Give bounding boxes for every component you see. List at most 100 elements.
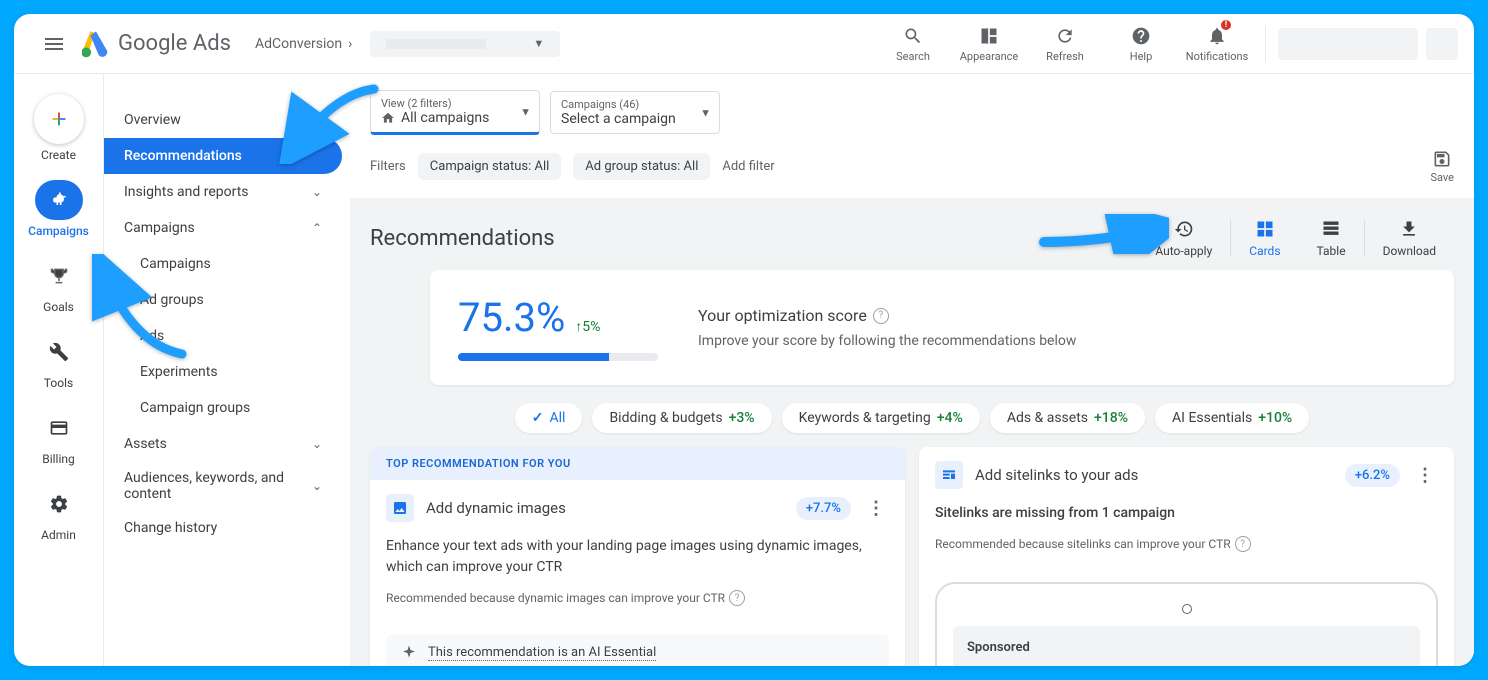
chip-keywords[interactable]: Keywords & targeting +4% <box>782 403 980 433</box>
score-delta: ↑5% <box>575 319 600 335</box>
help-icon[interactable]: ? <box>1235 536 1251 552</box>
hamburger-menu-button[interactable] <box>30 20 78 68</box>
chevron-down-icon: ⌄ <box>312 437 322 451</box>
logo[interactable]: Google Ads <box>82 30 231 58</box>
sitelinks-icon <box>935 461 963 489</box>
page-title: Recommendations <box>370 226 555 251</box>
help-icon <box>1131 24 1151 48</box>
chevron-down-icon: ⌄ <box>312 479 322 493</box>
search-button[interactable]: Search <box>877 20 949 67</box>
sidenav-recommendations[interactable]: Recommendations <box>104 138 342 174</box>
sidenav-adgroups[interactable]: Ad groups <box>104 282 342 318</box>
card-description: Sitelinks are missing from 1 campaign <box>935 503 1438 524</box>
chip-ads[interactable]: Ads & assets +18% <box>990 403 1145 433</box>
chevron-down-icon: ⌄ <box>312 185 322 199</box>
more-button[interactable]: ⋮ <box>1412 465 1438 486</box>
card-description: Enhance your text ads with your landing … <box>386 536 889 578</box>
rail-admin-button[interactable]: Admin <box>14 484 103 542</box>
sponsored-label: Sponsored <box>953 626 1420 666</box>
sparkle-icon <box>400 644 418 662</box>
gear-icon <box>35 484 83 524</box>
filter-chip-campaign-status[interactable]: Campaign status: All <box>418 153 562 180</box>
sidenav-overview[interactable]: Overview <box>104 102 342 138</box>
table-icon <box>1321 218 1341 240</box>
rail-tools-button[interactable]: Tools <box>14 332 103 390</box>
chip-bidding[interactable]: Bidding & budgets +3% <box>592 403 771 433</box>
save-icon <box>1432 149 1452 169</box>
uplift-badge: +7.7% <box>796 497 851 520</box>
notifications-button[interactable]: ! Notifications <box>1181 20 1253 67</box>
rail-billing-button[interactable]: Billing <box>14 408 103 466</box>
uplift-badge: +6.2% <box>1345 464 1400 487</box>
save-button[interactable]: Save <box>1430 149 1454 184</box>
appearance-icon <box>979 24 999 48</box>
camera-dot-icon <box>1182 604 1192 614</box>
plus-icon <box>34 94 84 144</box>
score-progress-bar <box>458 353 658 361</box>
megaphone-icon <box>35 180 83 220</box>
ai-essential-banner: This recommendation is an AI Essential <box>386 634 889 666</box>
account-info-redacted <box>1278 28 1458 60</box>
rail-goals-button[interactable]: Goals <box>14 256 103 314</box>
download-icon <box>1399 218 1419 240</box>
breadcrumb-account: AdConversion <box>255 36 342 52</box>
search-icon <box>903 24 923 48</box>
add-filter-button[interactable]: Add filter <box>722 159 774 174</box>
top-recommendation-banner: TOP RECOMMENDATION FOR YOU <box>370 447 905 480</box>
caret-down-icon: ▼ <box>533 37 544 50</box>
score-value: 75.3% <box>458 294 565 341</box>
help-icon[interactable]: ? <box>729 590 745 606</box>
card-reason: Recommended because dynamic images can i… <box>386 590 889 606</box>
help-icon[interactable]: ? <box>873 308 889 324</box>
sidenav-campaign-groups[interactable]: Campaign groups <box>104 390 342 426</box>
chip-ai[interactable]: AI Essentials +10% <box>1155 403 1309 433</box>
table-view-button[interactable]: Table <box>1299 218 1364 258</box>
auto-apply-button[interactable]: Auto-apply <box>1137 218 1230 258</box>
help-button[interactable]: Help <box>1105 20 1177 67</box>
google-ads-logo-icon <box>82 30 110 58</box>
refresh-icon <box>1055 24 1075 48</box>
cards-icon <box>1255 218 1275 240</box>
cards-view-button[interactable]: Cards <box>1231 218 1298 258</box>
trophy-icon <box>35 256 83 296</box>
sidenav-insights[interactable]: Insights and reports⌄ <box>104 174 342 210</box>
account-name-redacted <box>386 39 486 49</box>
ad-preview: Sponsored <box>935 582 1438 666</box>
tools-icon <box>35 332 83 372</box>
optimization-score-card: 75.3% ↑5% Your optimization score? Impro… <box>430 270 1454 385</box>
refresh-button[interactable]: Refresh <box>1029 20 1101 67</box>
chip-all[interactable]: All <box>515 403 583 433</box>
main-content: View (2 filters) All campaigns ▼ Campaig… <box>350 74 1474 666</box>
rail-create-button[interactable]: Create <box>14 94 103 162</box>
sidenav-audiences[interactable]: Audiences, keywords, and content⌄ <box>104 462 342 510</box>
chevron-up-icon: ⌃ <box>312 221 322 235</box>
breadcrumb[interactable]: AdConversion › <box>255 36 358 52</box>
rail-campaigns-button[interactable]: Campaigns <box>14 180 103 238</box>
more-button[interactable]: ⋮ <box>863 498 889 519</box>
left-rail: Create Campaigns Goals Tools Billing Adm… <box>14 74 104 666</box>
filter-chip-adgroup-status[interactable]: Ad group status: All <box>573 153 710 180</box>
notification-alert-badge: ! <box>1219 18 1233 32</box>
category-chips: All Bidding & budgets +3% Keywords & tar… <box>350 385 1474 447</box>
view-selector[interactable]: View (2 filters) All campaigns ▼ <box>370 90 540 135</box>
campaign-selector[interactable]: Campaigns (46) Select a campaign ▼ <box>550 91 720 134</box>
filters-label: Filters <box>370 159 406 174</box>
chevron-right-icon: › <box>348 36 352 52</box>
appearance-button[interactable]: Appearance <box>953 20 1025 67</box>
account-selector[interactable]: ▼ <box>370 31 560 57</box>
sidenav-campaigns-sub[interactable]: Campaigns <box>104 246 342 282</box>
sidenav-experiments[interactable]: Experiments <box>104 354 342 390</box>
home-icon <box>381 111 395 125</box>
caret-down-icon: ▼ <box>520 105 531 118</box>
sidenav-campaigns[interactable]: Campaigns⌃ <box>104 210 342 246</box>
sidenav-change-history[interactable]: Change history <box>104 510 342 546</box>
sidenav-assets[interactable]: Assets⌄ <box>104 426 342 462</box>
recommendation-card-dynamic-images: TOP RECOMMENDATION FOR YOU Add dynamic i… <box>370 447 905 666</box>
sidenav-ads[interactable]: Ads <box>104 318 342 354</box>
download-button[interactable]: Download <box>1365 218 1454 258</box>
card-title: Add dynamic images <box>426 499 784 517</box>
side-nav: Overview Recommendations Insights and re… <box>104 74 350 666</box>
recommendation-card-sitelinks: Add sitelinks to your ads +6.2% ⋮ Siteli… <box>919 447 1454 666</box>
card-icon <box>35 408 83 448</box>
brand-text: Google Ads <box>118 31 231 56</box>
